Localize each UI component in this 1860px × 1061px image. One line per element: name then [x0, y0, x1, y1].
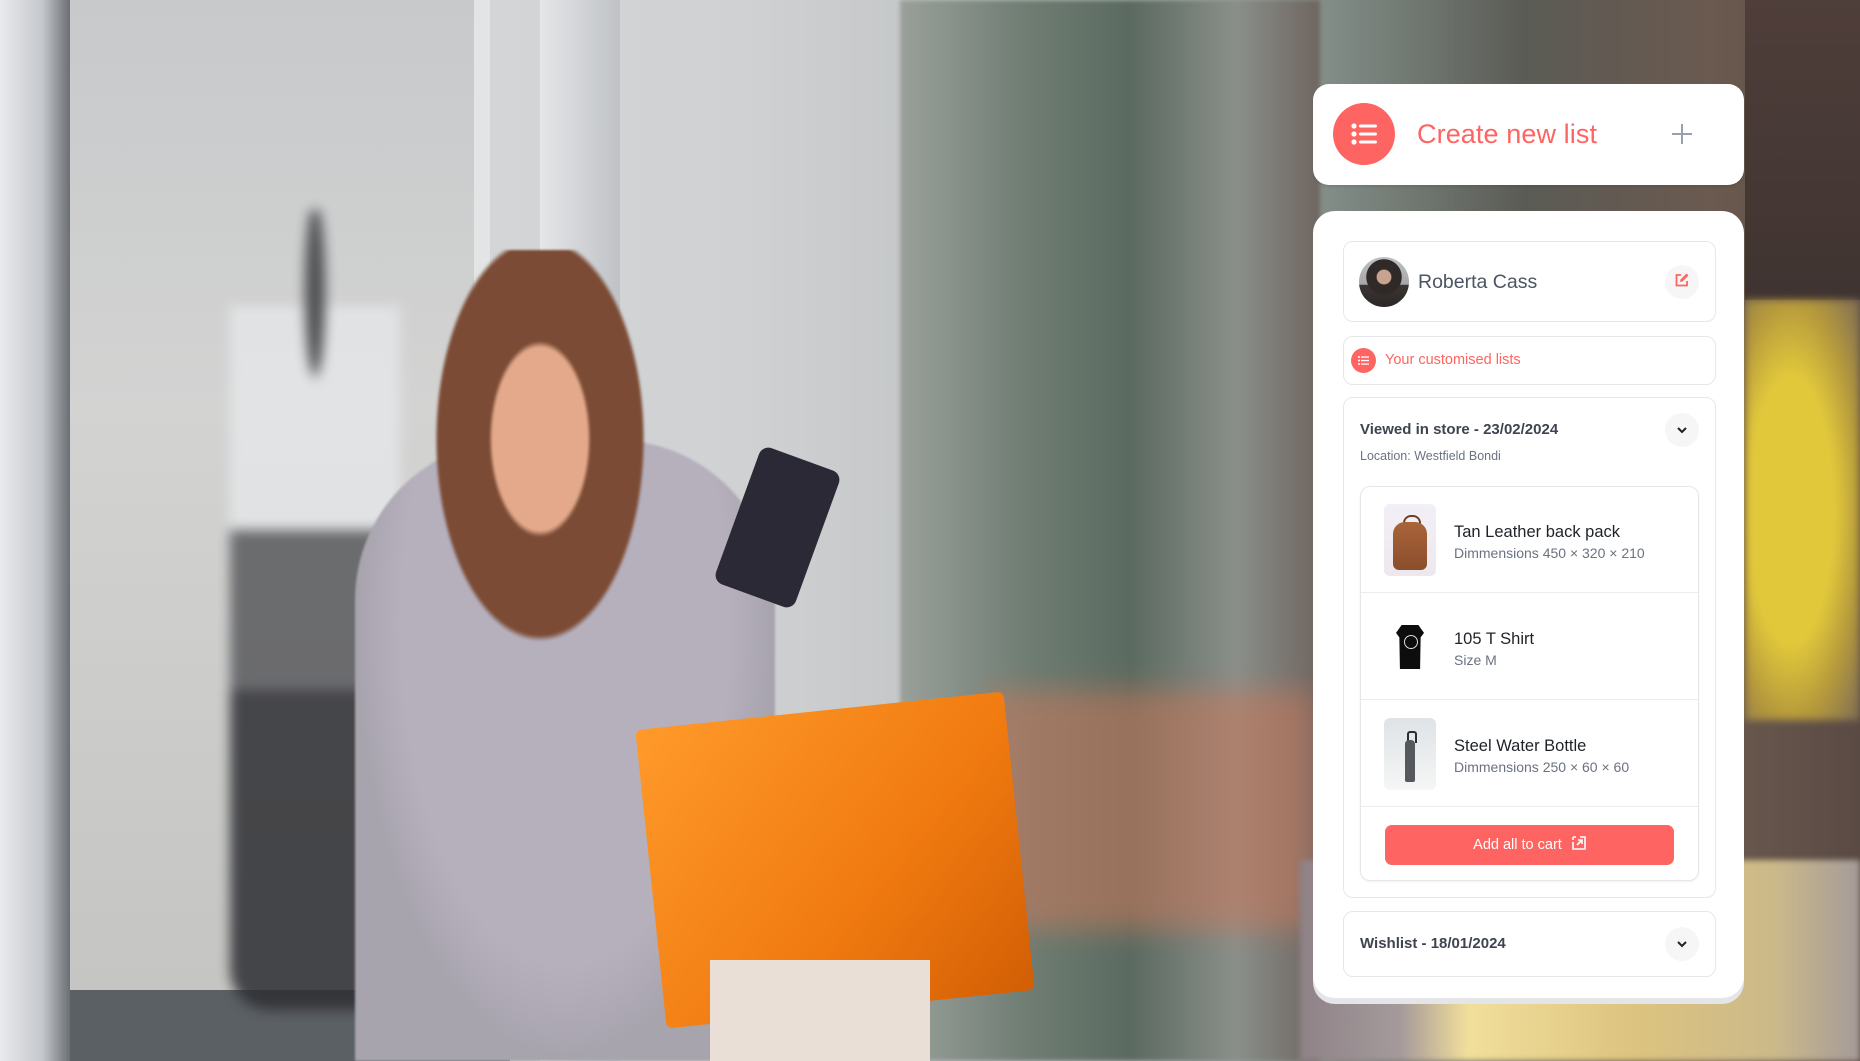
expand-list-button[interactable] — [1665, 927, 1699, 961]
add-to-cart-icon — [1572, 836, 1586, 854]
edit-profile-button[interactable] — [1665, 265, 1699, 299]
list-title[interactable]: Wishlist - 18/01/2024 — [1360, 934, 1506, 954]
item-name: Steel Water Bottle — [1454, 737, 1587, 755]
create-new-list-label[interactable]: Create new list — [1417, 116, 1597, 152]
item-meta: Dimmensions 450 × 320 × 210 — [1454, 545, 1645, 561]
plus-icon[interactable] — [1666, 118, 1698, 150]
item-name: Tan Leather back pack — [1454, 523, 1621, 541]
window-frame — [0, 0, 70, 1061]
collapse-list-button[interactable] — [1665, 413, 1699, 447]
backpack-thumbnail — [1384, 504, 1436, 576]
list-icon — [1351, 348, 1376, 373]
add-all-to-cart-label: Add all to cart — [1473, 837, 1562, 853]
background-dark-area — [1745, 0, 1860, 300]
item-meta: Size M — [1454, 652, 1497, 668]
t-shirt-thumbnail — [1384, 611, 1436, 683]
edit-icon — [1675, 273, 1689, 292]
list-icon[interactable] — [1333, 103, 1395, 165]
profile-name: Roberta Cass — [1418, 271, 1538, 293]
paper-shopping-bag — [710, 960, 930, 1061]
avatar — [1359, 257, 1409, 307]
bag-reflection — [985, 690, 1315, 930]
woman-head — [420, 250, 660, 670]
chevron-down-icon — [1677, 421, 1687, 439]
chevron-down-icon — [1677, 935, 1687, 953]
item-name: 105 T Shirt — [1454, 630, 1535, 648]
background-yellow-area — [1745, 300, 1860, 720]
item-meta: Dimmensions 250 × 60 × 60 — [1454, 759, 1630, 775]
customised-lists-label: Your customised lists — [1385, 352, 1521, 368]
list-title[interactable]: Viewed in store - 23/02/2024 — [1360, 420, 1558, 440]
add-all-to-cart-button[interactable]: Add all to cart — [1385, 825, 1674, 865]
list-location: Location: Westfield Bondi — [1360, 449, 1501, 463]
water-bottle-thumbnail — [1384, 718, 1436, 790]
